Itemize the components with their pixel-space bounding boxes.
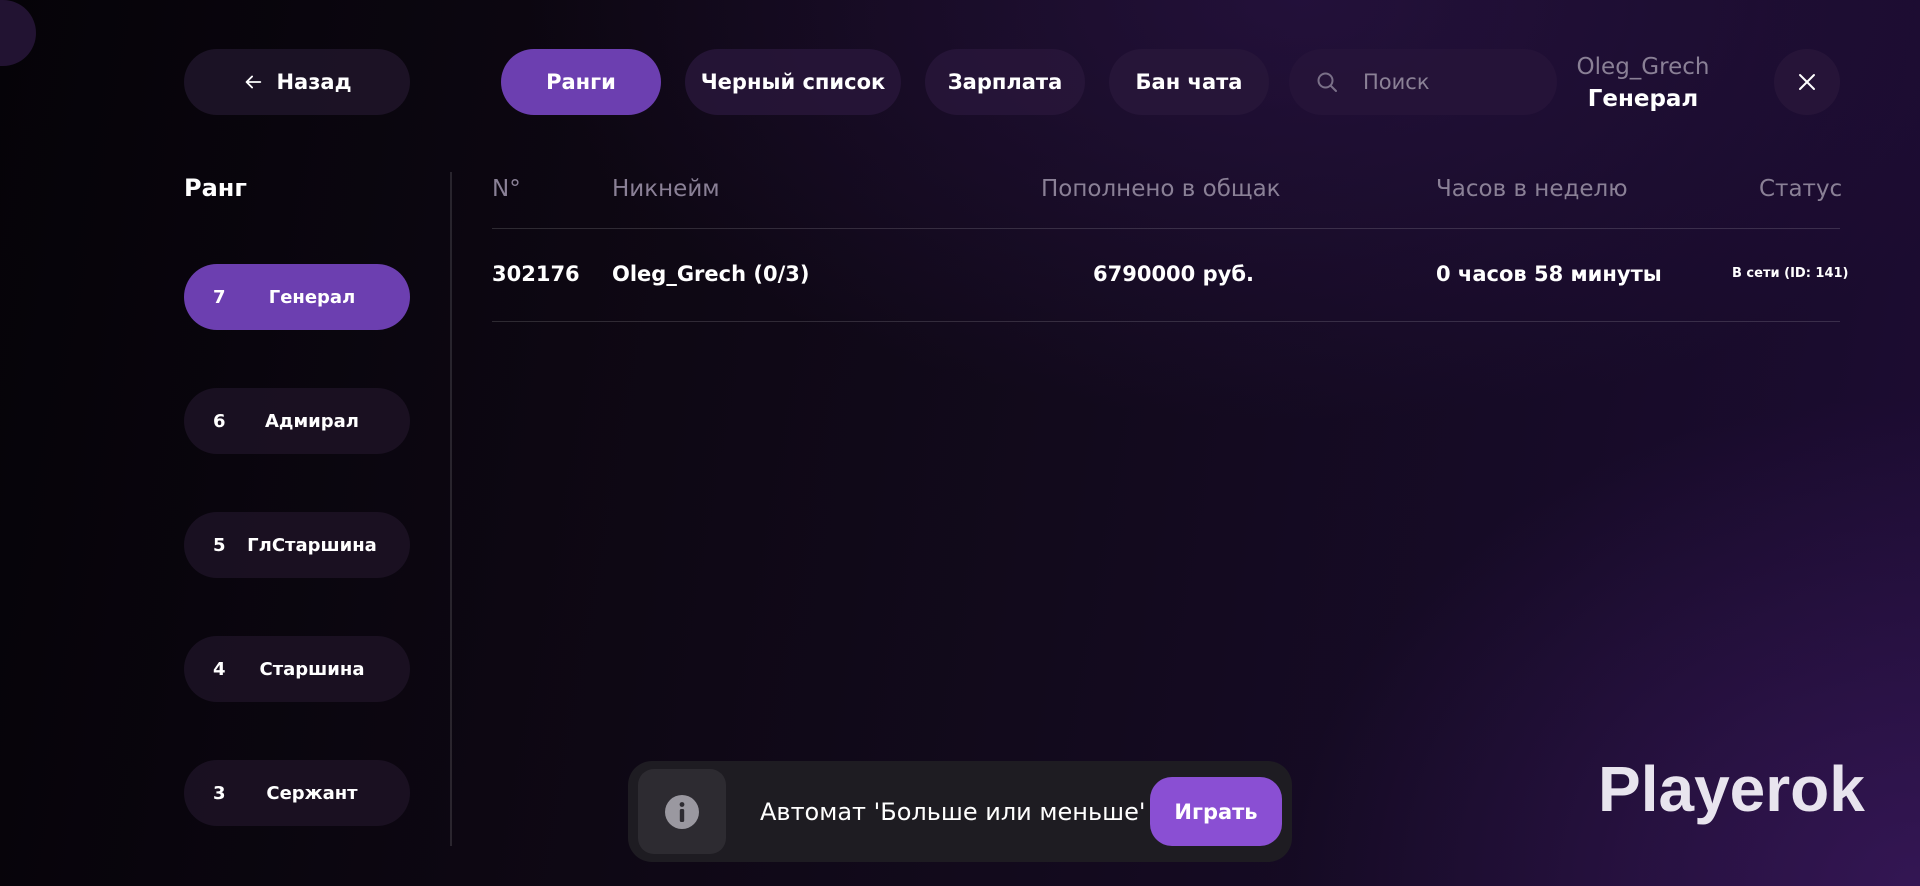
search-box[interactable] [1289, 49, 1557, 115]
table-header-divider [492, 228, 1840, 229]
column-header-hours: Часов в неделю [1436, 176, 1628, 202]
sidebar-item-rank-7[interactable]: 7 Генерал [184, 264, 410, 330]
user-name: Oleg_Grech [1576, 54, 1710, 80]
rank-name: ГлСтаршина [247, 534, 377, 556]
tab-ranks-label: Ранги [546, 70, 616, 94]
notification-text: Автомат 'Больше или меньше' [760, 798, 1146, 826]
notification-icon-box [638, 769, 726, 854]
play-button-label: Играть [1174, 799, 1258, 824]
close-button[interactable] [1774, 49, 1840, 115]
tab-salary-label: Зарплата [947, 70, 1063, 94]
column-header-deposited: Пополнено в общак [1041, 176, 1281, 202]
tab-blacklist[interactable]: Черный список [685, 49, 901, 115]
rank-number: 6 [213, 410, 226, 432]
rank-number: 7 [213, 286, 226, 308]
sidebar-item-rank-6[interactable]: 6 Адмирал [184, 388, 410, 454]
rank-name: Старшина [259, 658, 365, 680]
brand-logo: Playerok [1598, 753, 1865, 825]
rank-number: 4 [213, 658, 226, 680]
sidebar-title: Ранг [184, 174, 247, 202]
play-button[interactable]: Играть [1150, 777, 1282, 846]
column-header-number: N° [492, 176, 521, 202]
user-rank: Генерал [1587, 86, 1699, 112]
rank-number: 5 [213, 534, 226, 556]
sidebar-divider [450, 172, 452, 846]
close-icon [1799, 74, 1815, 90]
table-row-divider [492, 321, 1840, 322]
info-icon [665, 794, 699, 829]
search-input[interactable] [1363, 70, 1533, 94]
column-header-nickname: Никнейм [612, 176, 720, 202]
cell-status: В сети (ID: 141) [1732, 266, 1849, 281]
rank-name: Генерал [268, 286, 356, 308]
search-icon [1317, 72, 1337, 92]
cell-hours: 0 часов 58 минуты [1436, 262, 1662, 286]
tab-chat-ban-label: Бан чата [1135, 70, 1243, 94]
rank-name: Сержант [266, 782, 358, 804]
sidebar-item-rank-3[interactable]: 3 Сержант [184, 760, 410, 826]
tab-salary[interactable]: Зарплата [925, 49, 1085, 115]
sidebar-item-rank-4[interactable]: 4 Старшина [184, 636, 410, 702]
arrow-left-icon [246, 75, 262, 89]
cell-deposited: 6790000 руб. [1093, 262, 1254, 286]
tab-chat-ban[interactable]: Бан чата [1109, 49, 1269, 115]
cell-number: 302176 [492, 262, 580, 286]
tab-blacklist-label: Черный список [700, 70, 886, 94]
cell-nickname: Oleg_Grech (0/3) [612, 262, 810, 286]
tabs-scroll-stub [0, 0, 36, 66]
back-button[interactable]: Назад [184, 49, 410, 115]
tab-ranks[interactable]: Ранги [501, 49, 661, 115]
rank-name: Адмирал [264, 410, 359, 432]
column-header-status: Статус [1759, 176, 1843, 202]
back-button-label: Назад [276, 70, 352, 94]
sidebar-item-rank-5[interactable]: 5 ГлСтаршина [184, 512, 410, 578]
rank-number: 3 [213, 782, 226, 804]
notification-banner: Автомат 'Больше или меньше' Играть [628, 761, 1292, 862]
